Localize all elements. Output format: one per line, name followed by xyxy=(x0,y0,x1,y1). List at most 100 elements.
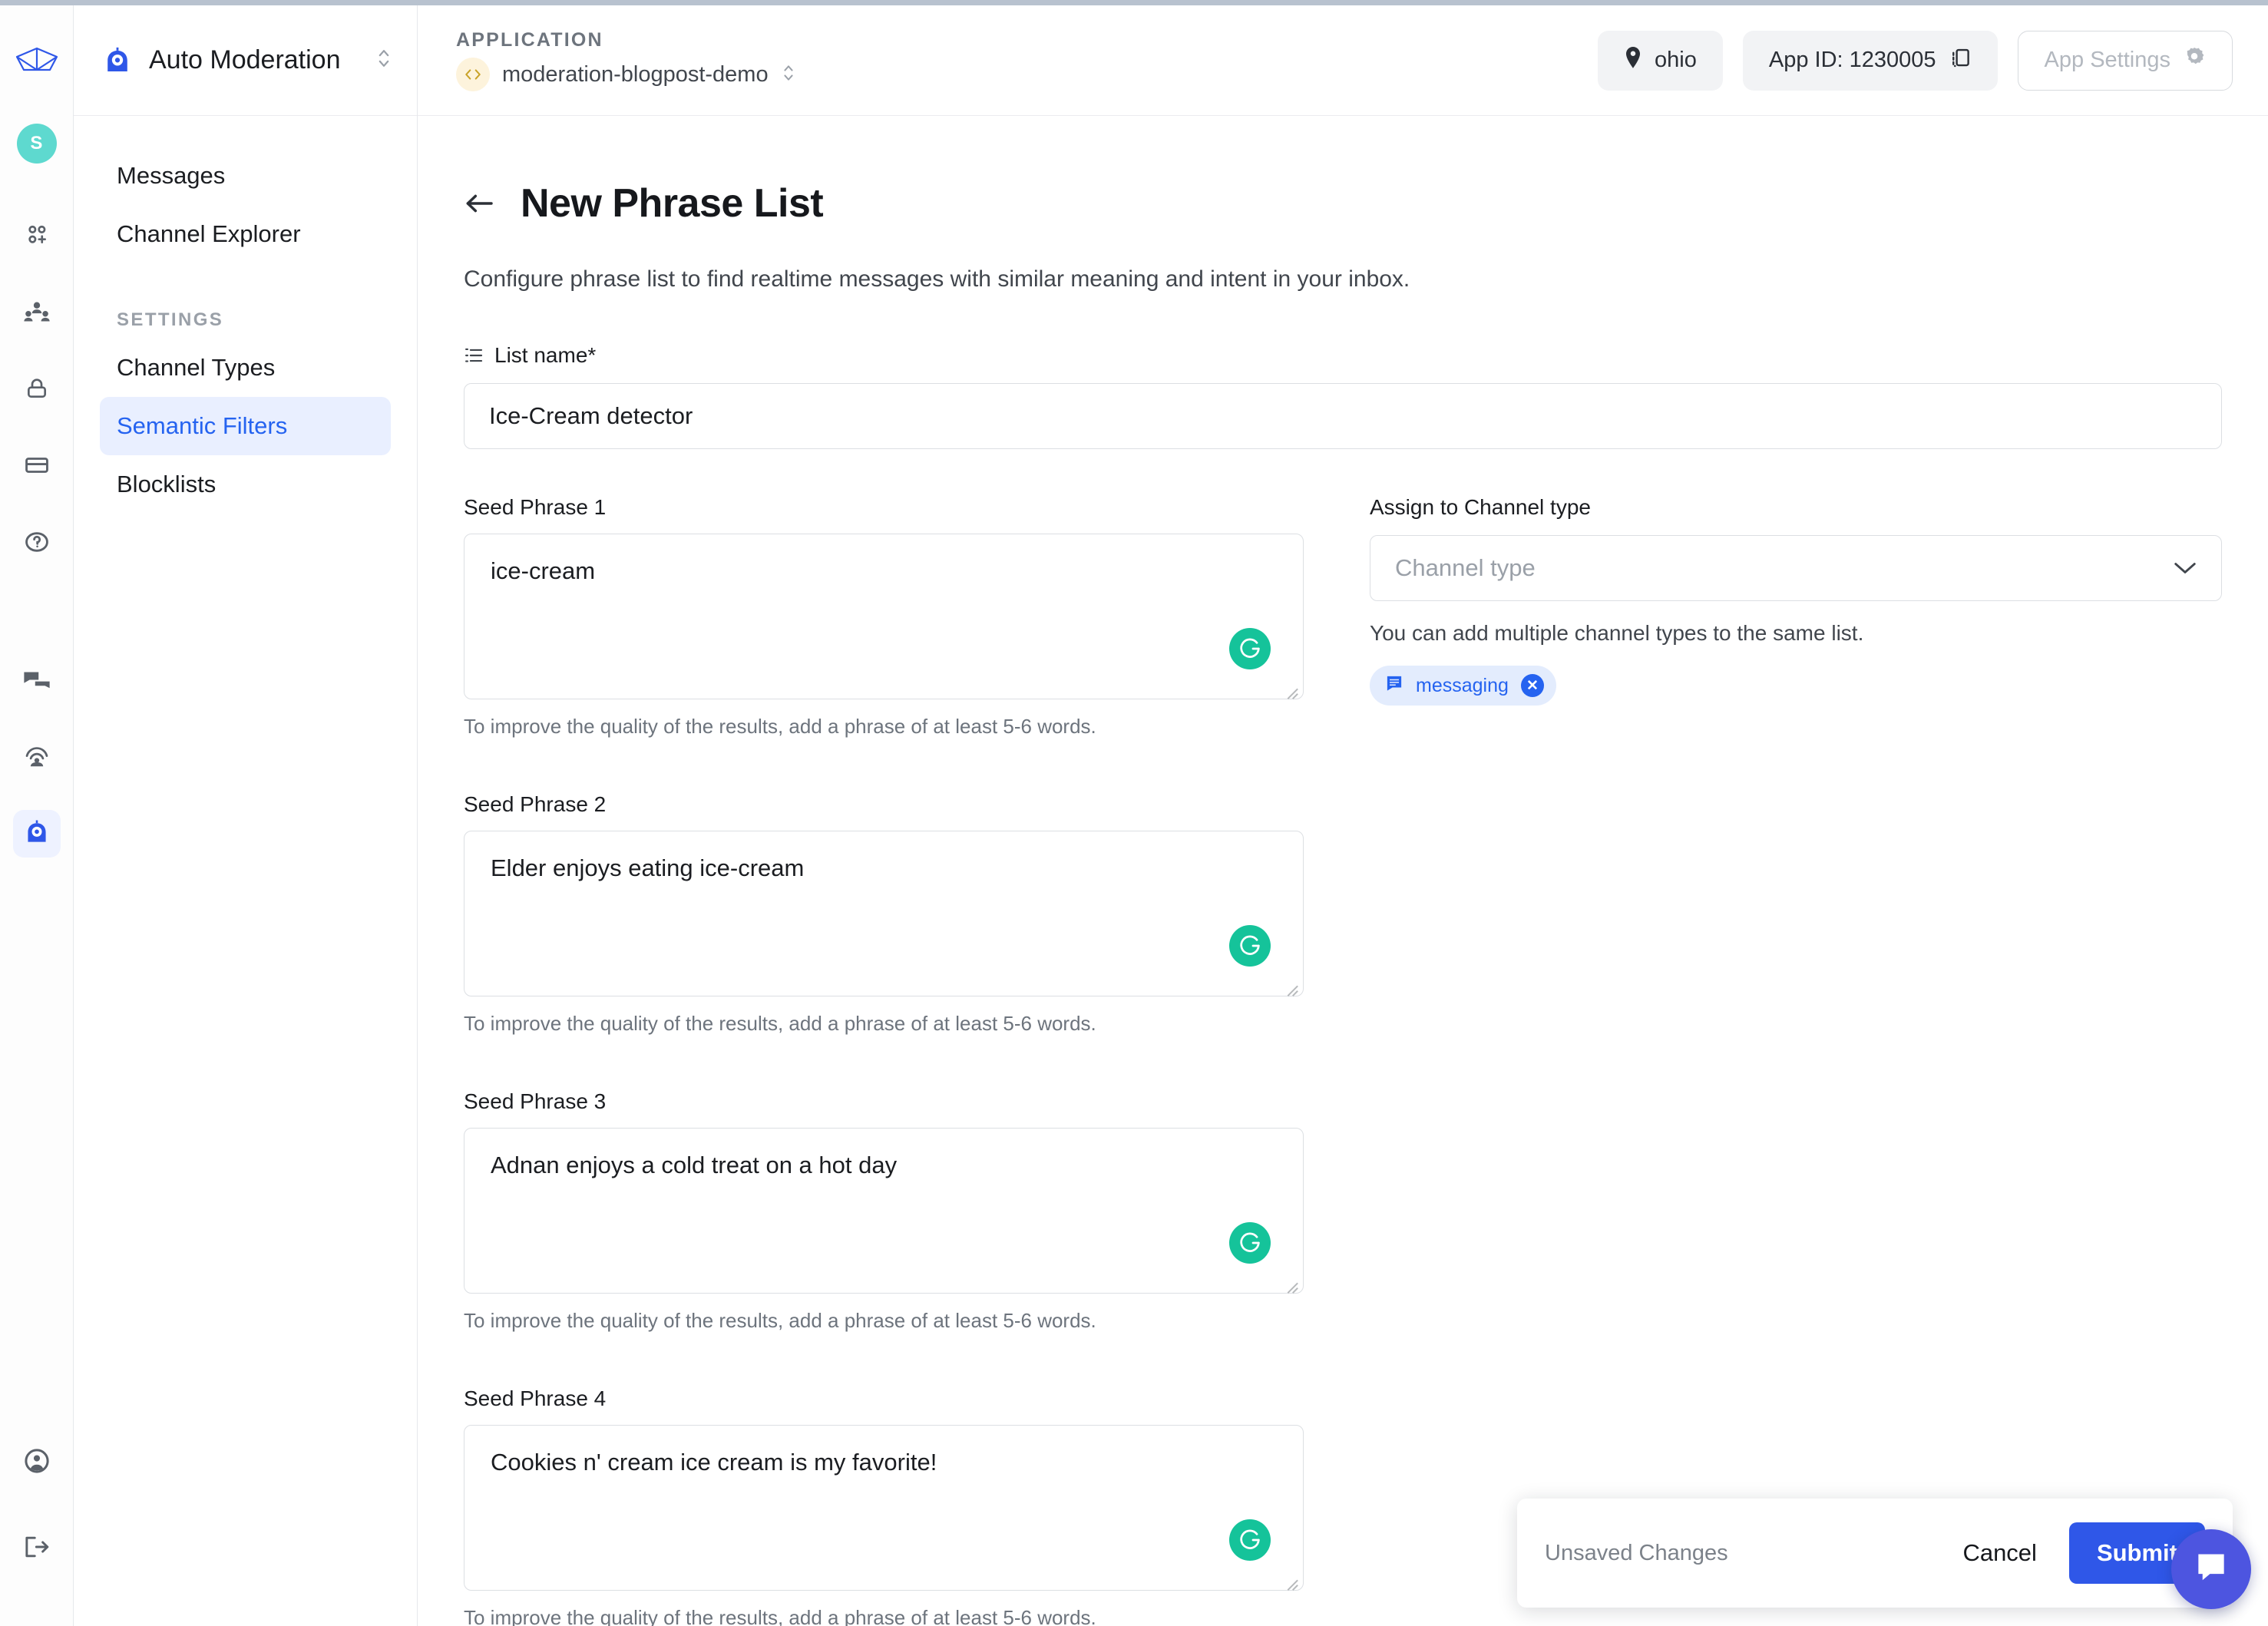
region-selector[interactable]: ohio xyxy=(1598,30,1723,91)
resize-handle[interactable] xyxy=(1282,1570,1299,1591)
application-breadcrumb: APPLICATION moderation-blogpost-demo xyxy=(456,29,795,91)
help-circle-icon[interactable] xyxy=(13,518,61,566)
application-selector[interactable]: moderation-blogpost-demo xyxy=(456,58,795,91)
close-circle-icon[interactable]: ✕ xyxy=(1520,674,1544,697)
seed-phrase-helper: To improve the quality of the results, a… xyxy=(464,715,1096,738)
sidebar-item-blocklists[interactable]: Blocklists xyxy=(100,455,391,514)
location-pin-icon xyxy=(1624,46,1642,75)
team-icon[interactable] xyxy=(13,288,61,335)
auto-moderation-robot-icon xyxy=(22,818,51,851)
code-brackets-icon xyxy=(456,58,490,91)
seed-phrase-label: Seed Phrase 1 xyxy=(464,495,607,519)
cancel-button[interactable]: Cancel xyxy=(1936,1539,2063,1567)
arrow-left-icon[interactable] xyxy=(464,191,494,216)
product-title: Auto Moderation xyxy=(149,45,341,74)
seed-phrase-helper: To improve the quality of the results, a… xyxy=(464,1606,1096,1626)
top-accent-strip xyxy=(0,0,2268,5)
sidebar-item-label: Channel Explorer xyxy=(117,220,301,247)
resize-handle[interactable] xyxy=(1282,976,1299,996)
rail-icon-group-bottom xyxy=(0,1437,74,1571)
lock-icon[interactable] xyxy=(13,365,61,412)
billing-card-icon[interactable] xyxy=(13,441,61,489)
channel-type-chip[interactable]: messaging ✕ xyxy=(1370,666,1556,706)
list-name-label: List name* xyxy=(494,343,597,367)
chat-support-button[interactable] xyxy=(2171,1529,2251,1609)
message-list-icon xyxy=(1385,674,1403,698)
channel-type-chip-label: messaging xyxy=(1416,674,1509,696)
rail-icon-group-secondary xyxy=(12,656,61,858)
seed-phrase-textarea[interactable]: Adnan enjoys a cold treat on a hot day xyxy=(464,1128,1304,1294)
gear-icon xyxy=(2183,46,2206,75)
avatar[interactable]: S xyxy=(16,124,57,164)
seed-phrase-value: Adnan enjoys a cold treat on a hot day xyxy=(491,1152,898,1178)
chevron-up-down-icon xyxy=(782,61,795,88)
list-name-value: Ice-Cream detector xyxy=(489,402,693,429)
form-columns: Seed Phrase 1 ice-cream To improve the q… xyxy=(464,495,2222,1626)
resize-handle[interactable] xyxy=(1282,679,1299,699)
logout-icon[interactable] xyxy=(13,1523,61,1571)
seed-phrase-label: Seed Phrase 4 xyxy=(464,1386,607,1410)
grammarly-icon[interactable] xyxy=(1229,1519,1271,1561)
list-name-input[interactable]: Ice-Cream detector xyxy=(464,383,2222,449)
page-content: New Phrase List Configure phrase list to… xyxy=(418,116,2268,1626)
page-title: New Phrase List xyxy=(521,181,824,226)
grammarly-icon[interactable] xyxy=(1229,925,1271,967)
sidebar-item-label: Channel Types xyxy=(117,354,276,381)
grammarly-icon[interactable] xyxy=(1229,628,1271,669)
seed-phrase-helper: To improve the quality of the results, a… xyxy=(464,1309,1096,1332)
seed-phrase-helper: To improve the quality of the results, a… xyxy=(464,1012,1096,1035)
sidebar-item-channel-explorer[interactable]: Channel Explorer xyxy=(100,205,391,263)
add-users-icon[interactable] xyxy=(13,211,61,259)
resize-handle[interactable] xyxy=(1282,1273,1299,1294)
seed-phrase-textarea[interactable]: ice-cream xyxy=(464,534,1304,699)
seed-phrase-column: Seed Phrase 1 ice-cream To improve the q… xyxy=(464,495,1304,1626)
sidebar-item-semantic-filters[interactable]: Semantic Filters xyxy=(100,397,391,455)
seed-phrase-field-1: Seed Phrase 1 ice-cream To improve the q… xyxy=(464,495,1304,739)
top-bar: APPLICATION moderation-blogpost-demo ohi… xyxy=(418,5,2268,116)
unsaved-changes-status: Unsaved Changes xyxy=(1545,1540,1728,1565)
user-account-icon[interactable] xyxy=(13,1437,61,1485)
channel-type-placeholder: Channel type xyxy=(1395,554,1536,581)
chevron-up-down-icon xyxy=(377,45,391,75)
sidebar-item-label: Blocklists xyxy=(117,471,217,497)
chevron-down-icon xyxy=(2174,554,2197,582)
channel-type-helper: You can add multiple channel types to th… xyxy=(1370,621,1864,645)
chat-bubbles-icon[interactable] xyxy=(13,656,61,704)
chat-bubble-icon xyxy=(2190,1547,2232,1592)
nav-list: Messages Channel Explorer SETTINGS Chann… xyxy=(74,116,417,514)
sidebar-item-auto-moderation[interactable] xyxy=(12,810,61,858)
sidebar-item-channel-types[interactable]: Channel Types xyxy=(100,339,391,397)
page-header: New Phrase List xyxy=(464,116,2222,226)
sidebar-item-messages[interactable]: Messages xyxy=(100,147,391,205)
seed-phrase-value: Elder enjoys eating ice-cream xyxy=(491,854,805,881)
seed-phrase-label: Seed Phrase 3 xyxy=(464,1089,607,1113)
seed-phrase-value: Cookies n' cream ice cream is my favorit… xyxy=(491,1449,937,1476)
seed-phrase-field-4: Seed Phrase 4 Cookies n' cream ice cream… xyxy=(464,1386,1304,1626)
app-id-copy[interactable]: App ID: 1230005 xyxy=(1742,30,1998,91)
sidebar-nav: Auto Moderation Messages Channel Explore… xyxy=(74,0,418,1626)
rail-icon-group-primary xyxy=(13,211,61,566)
channel-type-label: Assign to Channel type xyxy=(1370,495,1591,519)
app-settings-button[interactable]: App Settings xyxy=(2017,30,2233,91)
seed-phrase-textarea[interactable]: Cookies n' cream ice cream is my favorit… xyxy=(464,1425,1304,1591)
app-root: S Auto Moderation Messages Channel Explo… xyxy=(0,0,2268,1626)
broadcast-icon[interactable] xyxy=(13,733,61,781)
channel-type-select[interactable]: Channel type xyxy=(1370,535,2222,601)
seed-phrase-field-3: Seed Phrase 3 Adnan enjoys a cold treat … xyxy=(464,1089,1304,1333)
list-icon xyxy=(464,345,484,365)
paper-boat-logo[interactable] xyxy=(13,44,61,78)
app-id-label: App ID: 1230005 xyxy=(1768,48,1936,72)
seed-phrase-textarea[interactable]: Elder enjoys eating ice-cream xyxy=(464,831,1304,996)
page-description: Configure phrase list to find realtime m… xyxy=(464,266,1410,292)
application-kicker: APPLICATION xyxy=(456,29,603,51)
seed-phrase-field-2: Seed Phrase 2 Elder enjoys eating ice-cr… xyxy=(464,792,1304,1036)
auto-moderation-robot-icon xyxy=(100,43,135,78)
region-label: ohio xyxy=(1655,48,1697,72)
product-switcher[interactable]: Auto Moderation xyxy=(74,5,417,116)
list-name-label-row: List name* xyxy=(464,343,2222,368)
grammarly-icon[interactable] xyxy=(1229,1222,1271,1264)
application-name: moderation-blogpost-demo xyxy=(502,61,769,87)
main-region: APPLICATION moderation-blogpost-demo ohi… xyxy=(418,0,2268,1626)
channel-type-column: Assign to Channel type Channel type You … xyxy=(1370,495,2222,1626)
seed-phrase-value: ice-cream xyxy=(491,557,596,584)
